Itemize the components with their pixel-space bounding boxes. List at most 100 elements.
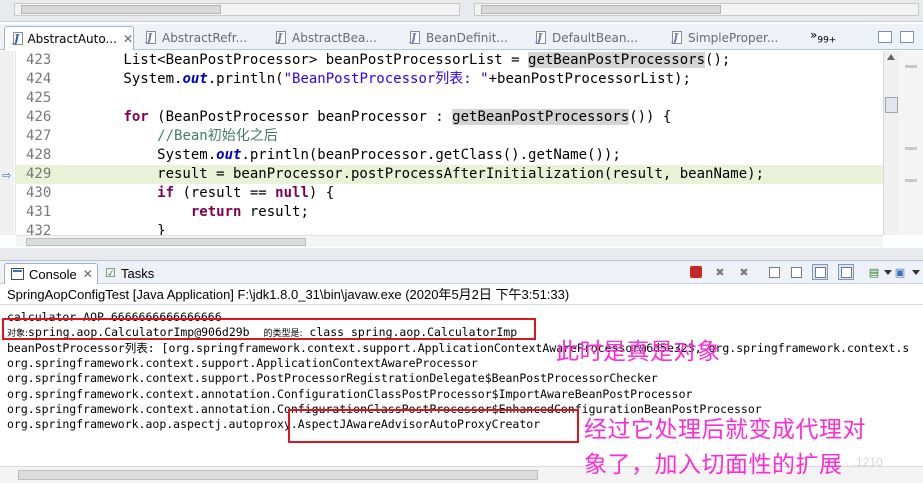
line-number: 426 <box>26 109 52 125</box>
overview-ruler <box>899 51 923 235</box>
java-file-icon: J <box>534 31 548 45</box>
editor-tab-bar: J AbstractAuto... ✕ J AbstractRefr... J … <box>0 24 923 50</box>
scrollbar-thumb[interactable] <box>18 470 538 480</box>
real-object-highlight-box <box>2 318 536 340</box>
editor-tab-abstractbeanfactory[interactable]: J AbstractBea... <box>268 26 398 50</box>
code-token: List<BeanPostProcessor> beanPostProcesso… <box>56 52 529 68</box>
code-line[interactable]: 428 System.out.println(beanProcessor.get… <box>16 146 883 165</box>
console-text: org.springframework.context.support.Appl… <box>7 355 478 370</box>
code-token: //Bean初始化之后 <box>157 128 278 144</box>
code-token: System. <box>56 147 217 163</box>
editor-tab-beandefinition[interactable]: J BeanDefinit... <box>402 26 528 50</box>
proxy-creator-highlight-box <box>288 409 579 443</box>
tasks-icon: ☑ <box>105 266 116 280</box>
code-line[interactable]: 426 for (BeanPostProcessor beanProcessor… <box>16 108 883 127</box>
code-token: (); <box>705 52 731 68</box>
console-line: org.springframework.context.support.Post… <box>7 371 658 386</box>
tab-overflow-count: 99+ <box>817 35 837 46</box>
open-console-dropdown-icon[interactable] <box>884 270 892 275</box>
tab-label: AbstractRefr... <box>162 31 248 45</box>
editor-tab-defaultbeanfactory[interactable]: J DefaultBean... <box>528 26 662 50</box>
code-line[interactable]: 431 return result; <box>16 203 883 222</box>
code-token: .println(beanProcessor.getClass().getNam… <box>241 147 621 163</box>
tab-label: Tasks <box>121 266 155 281</box>
clear-console-button[interactable] <box>766 264 782 280</box>
code-token: ()) { <box>629 109 672 125</box>
top-left-scrollbar[interactable] <box>14 3 460 16</box>
line-number: 429 <box>26 166 52 182</box>
close-icon[interactable]: ✕ <box>123 32 133 46</box>
java-file-icon: J <box>670 31 684 45</box>
code-editor[interactable]: ⇨ 423 List<BeanPostProcessor> beanPostPr… <box>0 51 883 235</box>
show-console-on-output-button[interactable] <box>838 264 854 280</box>
line-number: 423 <box>26 52 52 68</box>
code-line[interactable]: 429 result = beanProcessor.postProcessAf… <box>16 165 883 184</box>
code-token: ) { <box>308 185 335 201</box>
code-token: return <box>190 204 242 220</box>
tab-label: SimpleProper... <box>688 31 779 45</box>
current-instruction-arrow-icon: ⇨ <box>2 169 12 182</box>
tab-label: BeanDefinit... <box>426 31 508 45</box>
console-line: beanPostProcessor列表: [org.springframewor… <box>7 341 909 356</box>
view-menu-dropdown-icon[interactable] <box>912 270 920 275</box>
display-selected-console-button[interactable]: ▣ <box>892 264 908 280</box>
annotation-proxy-line1: 经过它处理后就变成代理对 <box>584 417 866 443</box>
code-token: out <box>182 71 208 87</box>
tab-label: Console <box>29 266 77 282</box>
tab-overflow-chevron[interactable]: »99+ <box>810 28 836 45</box>
code-token: } <box>56 223 166 235</box>
code-token: "BeanPostProcessor列表: " <box>283 71 489 87</box>
code-token: result = beanProcessor.postProcessAfterI… <box>56 166 765 182</box>
line-number: 425 <box>26 90 52 106</box>
console-text: beanPostProcessor列表: [org.springframewor… <box>7 340 910 355</box>
code-line[interactable]: 430 if (result == null) { <box>16 184 883 203</box>
editor-tab-abstractautowire[interactable]: J AbstractAuto... ✕ <box>4 26 134 50</box>
line-number: 427 <box>26 128 52 144</box>
top-right-scrollbar[interactable] <box>474 3 919 16</box>
java-file-icon: J <box>408 31 422 45</box>
watermark: ...1210 <box>846 455 883 469</box>
open-console-button[interactable]: ▤ <box>866 264 882 280</box>
line-number: 428 <box>26 147 52 163</box>
line-number: 430 <box>26 185 52 201</box>
minimize-button[interactable] <box>878 31 892 43</box>
scroll-lock-button[interactable] <box>788 264 804 280</box>
tab-console[interactable]: Console ✕ <box>4 263 98 284</box>
editor-horizontal-scrollbar[interactable] <box>16 235 883 247</box>
code-line[interactable]: 432 } <box>16 222 883 235</box>
code-line[interactable]: 425 <box>16 89 883 108</box>
terminate-button[interactable] <box>690 266 702 278</box>
annotation-ruler <box>0 51 14 235</box>
scroll-up-arrow-icon[interactable] <box>887 54 895 60</box>
console-icon <box>11 268 24 280</box>
tab-label: AbstractAuto... <box>27 31 117 46</box>
editor-tab-simpleproperty[interactable]: J SimpleProper... <box>664 26 804 50</box>
code-token: getBeanPostProcessors <box>528 52 706 68</box>
code-line[interactable]: 424 System.out.println("BeanPostProcesso… <box>16 70 883 89</box>
remove-all-terminated-button[interactable]: ✖ <box>736 264 752 280</box>
close-icon[interactable]: ✕ <box>83 267 93 281</box>
line-number: 424 <box>26 71 52 87</box>
view-splitter[interactable] <box>0 248 923 260</box>
code-token: (BeanPostProcessor beanProcessor : <box>148 109 453 125</box>
console-text: org.springframework.context.annotation.C… <box>7 386 693 401</box>
code-token: .println( <box>207 71 284 87</box>
code-token: for <box>123 109 149 125</box>
code-line[interactable]: 423 List<BeanPostProcessor> beanPostProc… <box>16 51 883 70</box>
maximize-button[interactable] <box>900 31 914 43</box>
remove-launch-button[interactable]: ✖ <box>712 264 728 280</box>
console-tab-bar: Console ✕ ☑ Tasks <box>0 260 923 284</box>
code-token: (result == <box>174 185 276 201</box>
editor-vertical-scrollbar[interactable] <box>883 51 899 235</box>
code-token: +beanPostProcessorList); <box>488 71 691 87</box>
word-wrap-button[interactable] <box>812 264 828 280</box>
editor-tab-abstractrefreshable[interactable]: J AbstractRefr... <box>138 26 266 50</box>
tab-tasks[interactable]: ☑ Tasks <box>104 263 164 284</box>
annotation-real-object: 此时是真是对象 <box>556 339 721 365</box>
scrollbar-thumb[interactable] <box>885 97 898 113</box>
code-line[interactable]: 427 //Bean初始化之后 <box>16 127 883 146</box>
tab-label: DefaultBean... <box>552 31 638 45</box>
